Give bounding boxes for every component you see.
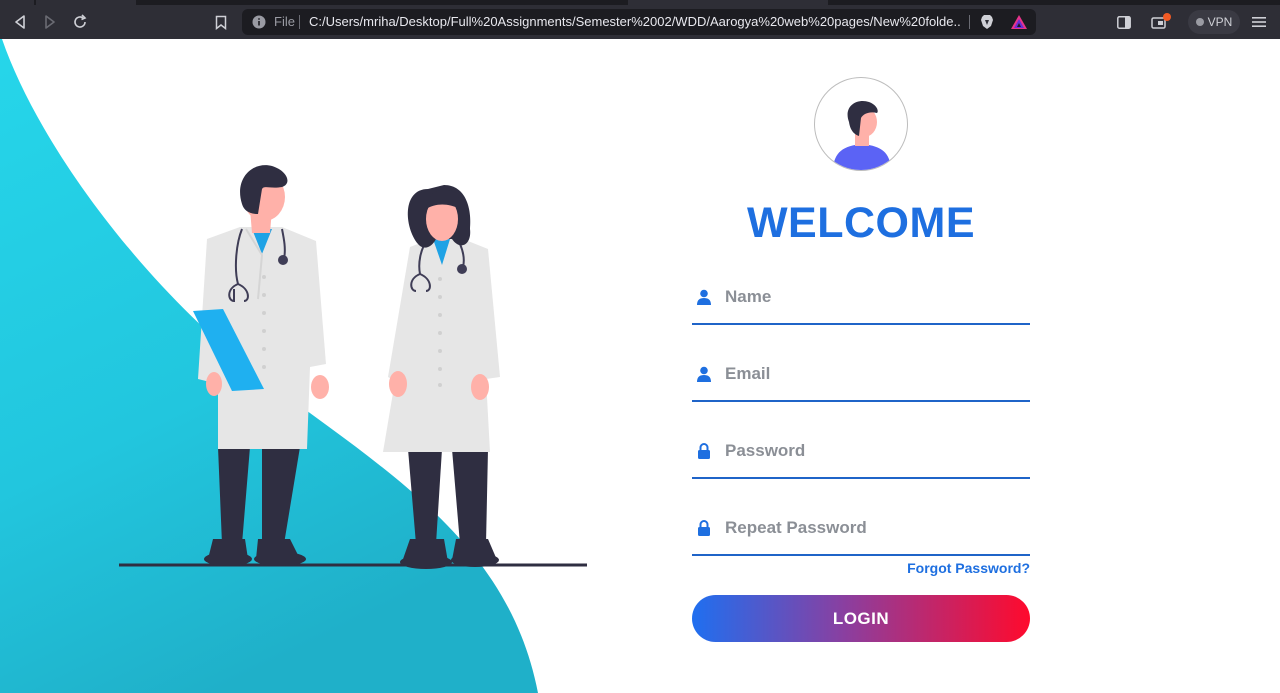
brave-shields-icon[interactable] [979,14,995,30]
lock-icon [697,520,711,536]
divider [299,15,300,29]
repeat-password-field[interactable] [692,508,1030,556]
wallet-icon[interactable] [1151,12,1171,32]
lock-icon [697,443,711,459]
sidebar-toggle-icon[interactable] [1114,12,1134,32]
bookmark-icon[interactable] [211,12,231,32]
browser-toolbar: File C:/Users/mriha/Desktop/Full%20Assig… [0,5,1280,39]
login-page: WELCOME Forgot Password? LOGIN [0,39,1280,693]
address-bar[interactable]: File C:/Users/mriha/Desktop/Full%20Assig… [242,9,1036,35]
female-doctor [383,185,500,569]
user-icon [697,366,711,382]
back-icon[interactable] [10,12,30,32]
brave-rewards-icon[interactable] [1010,14,1028,30]
user-icon [697,289,711,305]
email-field[interactable] [692,354,1030,402]
login-button[interactable]: LOGIN [692,595,1030,642]
divider [969,15,970,29]
name-input[interactable] [725,281,1025,313]
forward-icon[interactable] [40,12,60,32]
url-text[interactable]: C:/Users/mriha/Desktop/Full%20Assignment… [309,14,961,29]
user-avatar-icon [833,100,891,170]
male-doctor [193,165,329,566]
reload-icon[interactable] [70,12,90,32]
info-icon[interactable] [252,15,266,29]
file-scheme-label: File [274,14,295,29]
repeat-password-input[interactable] [725,512,1025,544]
vpn-label: VPN [1207,15,1233,29]
email-input[interactable] [725,358,1025,390]
password-field[interactable] [692,431,1030,479]
page-title: WELCOME [746,199,976,247]
password-input[interactable] [725,435,1025,467]
name-field[interactable] [692,277,1030,325]
vpn-status-icon [1195,18,1204,26]
doctors-illustration [119,165,587,569]
avatar [814,77,908,171]
vpn-button[interactable]: VPN [1188,10,1240,34]
forgot-password-link[interactable]: Forgot Password? [880,560,1030,576]
menu-icon[interactable] [1249,12,1269,32]
